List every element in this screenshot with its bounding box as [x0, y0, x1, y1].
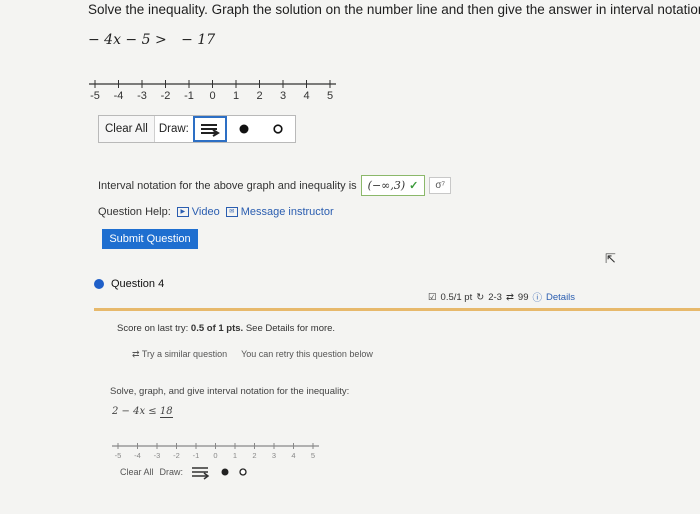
inequality-2-rhs: 18	[159, 406, 173, 418]
question-help-label: Question Help:	[98, 206, 171, 218]
number-line-tick-label: -5	[115, 451, 122, 460]
open-dot-icon	[273, 124, 283, 134]
number-line-tick-label: 0	[209, 90, 215, 102]
question-title: Question 4	[111, 278, 165, 290]
question-meta: ☑ 0.5/1 pt ↻ 2-3 ⇄ 99 ⓘ Details	[428, 290, 575, 305]
number-line-tick-label: 2	[256, 90, 262, 102]
arrow-tool-icon[interactable]	[189, 464, 213, 480]
number-line-2[interactable]: -5 -4 -3 -2 -1 0 1 2 3 4 5	[112, 440, 324, 462]
attempts-icon: ⇄	[505, 291, 514, 303]
inequality-2: 2 − 4x ≤ 18	[112, 406, 173, 418]
number-line-tick-label: 3	[280, 90, 286, 102]
open-dot-icon[interactable]	[237, 466, 249, 478]
inequality-2-relation: ≤	[148, 406, 157, 417]
try-similar-button[interactable]: ⇄ Try a similar question	[132, 349, 227, 360]
arrow-tool-icon	[200, 124, 220, 137]
number-line-tick-label: 5	[311, 451, 315, 460]
video-link[interactable]: ▶ Video	[176, 206, 220, 218]
message-link-label: Message instructor	[240, 206, 334, 218]
draw-toolbar: Clear All Draw:	[98, 115, 296, 143]
question-divider	[94, 308, 700, 311]
question-help: Question Help: ▶ Video ✉ Message instruc…	[98, 206, 334, 218]
draw-label: Draw:	[158, 123, 189, 135]
closed-dot-icon	[239, 124, 249, 134]
closed-dot-tool-button[interactable]	[227, 116, 261, 142]
number-line-tick-label: 1	[233, 90, 239, 102]
number-line-tick-label: 4	[303, 90, 309, 102]
retry-icon: ↻	[476, 291, 485, 303]
question-instructions: Solve the inequality. Graph the solution…	[88, 2, 700, 17]
number-line-tick-label: -2	[173, 451, 180, 460]
number-line-ticks: -5 -4 -3 -2 -1 0 1 2 3 4 5	[89, 80, 336, 102]
score-prefix: Score on last try:	[117, 323, 189, 334]
question-instructions-2: Solve, graph, and give interval notation…	[110, 386, 350, 397]
arrow-tool-button[interactable]	[192, 116, 227, 142]
draw-toolbar-2: Clear All Draw:	[120, 464, 249, 480]
score-value: 0.5 of 1 pts.	[190, 323, 244, 334]
number-line-tick-label: -3	[154, 451, 161, 460]
clear-all-button-2[interactable]: Clear All	[120, 467, 154, 477]
check-icon: ✓	[409, 180, 419, 192]
closed-dot-icon[interactable]	[219, 466, 231, 478]
clear-all-button[interactable]: Clear All	[99, 116, 155, 142]
question-status-dot	[94, 279, 104, 289]
cursor-icon: ⇱	[605, 251, 616, 266]
interval-label: Interval notation for the above graph an…	[98, 179, 357, 192]
message-icon: ✉	[225, 207, 238, 217]
interval-answer-field[interactable]: (−∞,3) ✓	[360, 175, 426, 196]
number-line[interactable]: -5 -4 -3 -2 -1 0 1 2 3 4 5	[85, 74, 345, 108]
open-dot-tool-button[interactable]	[261, 116, 295, 142]
try-similar-icon: ⇄	[132, 349, 140, 359]
message-instructor-link[interactable]: ✉ Message instructor	[225, 206, 334, 218]
inequality-2-lhs: 2 − 4x	[112, 406, 146, 417]
info-icon[interactable]: ⓘ	[532, 290, 542, 304]
points-value: 0.5/1 pt	[440, 291, 473, 303]
details-link[interactable]: Details	[546, 292, 575, 303]
attempts-value: 99	[517, 291, 529, 303]
number-line-2-ticks: -5 -4 -3 -2 -1 0 1 2 3 4 5	[112, 443, 319, 460]
inequality-lhs: − 4x − 5 >	[88, 32, 167, 48]
interval-row: Interval notation for the above graph an…	[98, 175, 452, 196]
number-line-tick-label: 2	[252, 451, 256, 460]
submit-question-button[interactable]: Submit Question	[102, 229, 198, 249]
points-icon: ☑	[428, 291, 437, 303]
number-line-tick-label: -1	[184, 90, 194, 102]
inequality-rhs: − 17	[181, 32, 216, 48]
video-icon: ▶	[176, 207, 189, 217]
retries-value: 2-3	[488, 291, 502, 303]
number-line-tick-label: -4	[114, 90, 124, 102]
draw-label-2: Draw:	[159, 467, 184, 477]
score-suffix: See Details for more.	[245, 323, 336, 334]
number-line-tick-label: -2	[161, 90, 171, 102]
score-line: Score on last try: 0.5 of 1 pts. See Det…	[117, 323, 335, 334]
number-line-tick-label: 5	[327, 90, 333, 102]
retry-note: You can retry this question below	[241, 349, 373, 359]
try-similar-label: Try a similar question	[141, 349, 228, 359]
number-line-tick-label: -1	[193, 451, 200, 460]
number-line-tick-label: -3	[137, 90, 147, 102]
interval-answer-value: (−∞,3)	[367, 179, 406, 192]
number-line-tick-label: 4	[291, 451, 295, 460]
number-line-tick-label: -5	[90, 90, 100, 102]
number-line-tick-label: 3	[272, 451, 276, 460]
number-line-tick-label: 1	[233, 451, 237, 460]
answer-preview-button[interactable]: σ⁷	[429, 177, 452, 194]
retry-row: ⇄ Try a similar question You can retry t…	[132, 349, 373, 360]
number-line-tick-label: 0	[213, 451, 217, 460]
inequality: − 4x − 5 > − 17	[88, 32, 215, 48]
video-link-label: Video	[191, 206, 220, 218]
number-line-tick-label: -4	[134, 451, 141, 460]
